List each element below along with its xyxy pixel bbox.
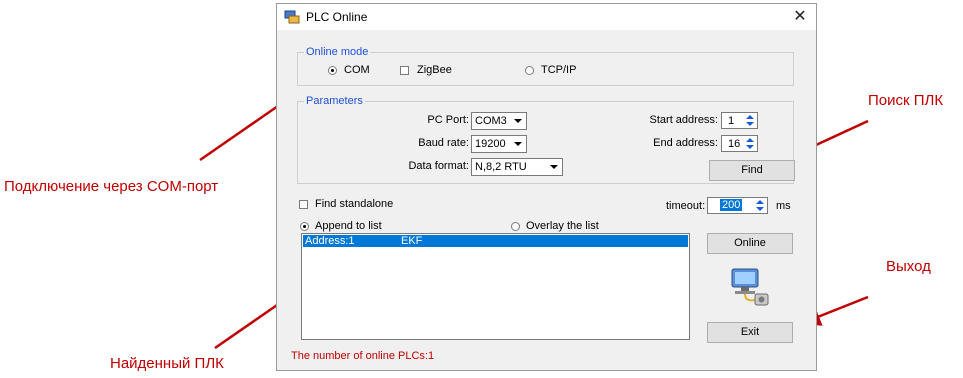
find-standalone-label: Find standalone (315, 198, 394, 210)
annotation-found: Найденный ПЛК (110, 355, 224, 372)
annotation-exit: Выход (886, 258, 931, 275)
tcpip-label: TCP/IP (541, 64, 577, 76)
exit-button[interactable]: Exit (707, 322, 793, 343)
append-to-list-radio[interactable] (300, 222, 309, 231)
timeout-value[interactable]: 200 (720, 199, 743, 211)
timeout-spinner[interactable]: 200 (707, 197, 768, 214)
spin-arrows-icon[interactable] (744, 137, 756, 150)
online-mode-group: Online mode COM ZigBee TCP/IP (297, 46, 794, 86)
found-plc-list[interactable]: Address:1 EKF (301, 233, 690, 340)
com-radio[interactable] (328, 66, 337, 75)
tcpip-radio[interactable] (525, 66, 534, 75)
list-item[interactable]: Address:1 EKF (303, 235, 688, 247)
parameters-legend: Parameters (304, 95, 365, 107)
timeout-label: timeout: (666, 200, 706, 212)
overlay-list-radio[interactable] (511, 222, 520, 231)
pc-port-label: PC Port: (427, 114, 469, 126)
spin-arrows-icon[interactable] (744, 114, 756, 127)
plc-online-window: PLC Online ✕ Online mode COM ZigBee TCP/… (276, 3, 817, 371)
online-mode-legend: Online mode (304, 46, 371, 58)
start-address-label: Start address: (649, 114, 718, 126)
close-icon[interactable]: ✕ (786, 6, 814, 28)
data-format-value: N,8,2 RTU (475, 161, 527, 173)
plc-app-icon (284, 10, 300, 24)
baud-rate-label: Baud rate: (418, 137, 469, 149)
baud-rate-select[interactable]: 19200 (471, 135, 527, 153)
overlay-list-label: Overlay the list (526, 220, 599, 232)
annotation-search: Поиск ПЛК (868, 92, 944, 109)
start-address-value: 1 (728, 115, 735, 127)
chevron-down-icon (511, 138, 524, 150)
window-title: PLC Online (306, 10, 368, 24)
online-count-status: The number of online PLCs:1 (291, 350, 435, 362)
network-computer-icon (731, 268, 769, 306)
parameters-group: Parameters PC Port: COM3 Baud rate: 1920… (297, 95, 795, 184)
spin-arrows-icon[interactable] (754, 199, 766, 212)
list-item-address: Address:1 (305, 235, 355, 247)
zigbee-label: ZigBee (417, 64, 452, 76)
baud-rate-value: 19200 (475, 138, 506, 150)
annotation-com-port: Подключение через COM-порт (4, 178, 219, 195)
end-address-label: End address: (653, 137, 718, 149)
find-standalone-checkbox[interactable] (299, 200, 308, 209)
find-button[interactable]: Find (709, 160, 795, 181)
end-address-spinner[interactable]: 16 (721, 135, 758, 152)
data-format-label: Data format: (408, 160, 469, 172)
chevron-down-icon (547, 161, 560, 173)
zigbee-checkbox[interactable] (400, 66, 409, 75)
chevron-down-icon (511, 115, 524, 127)
com-label: COM (344, 64, 370, 76)
title-bar[interactable]: PLC Online ✕ (277, 4, 816, 30)
append-to-list-label: Append to list (315, 220, 382, 232)
online-button[interactable]: Online (707, 233, 793, 254)
pc-port-value: COM3 (475, 115, 507, 127)
end-address-value: 16 (728, 138, 741, 150)
list-item-name: EKF (401, 235, 423, 247)
pc-port-select[interactable]: COM3 (471, 112, 527, 130)
timeout-unit: ms (776, 200, 791, 212)
data-format-select[interactable]: N,8,2 RTU (471, 158, 563, 176)
start-address-spinner[interactable]: 1 (721, 112, 758, 129)
